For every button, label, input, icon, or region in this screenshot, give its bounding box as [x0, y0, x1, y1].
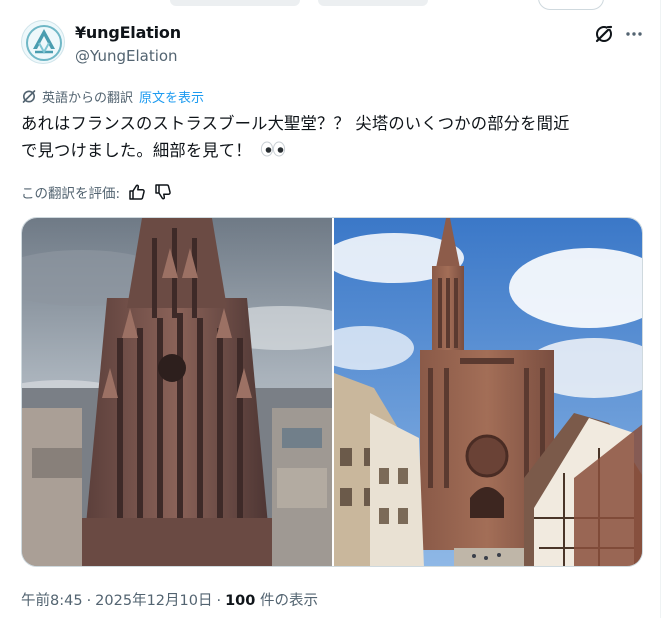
media-grid	[21, 217, 643, 567]
rate-translation-label: この翻訳を評価:	[21, 186, 121, 202]
tweet-time[interactable]: 午前8:45	[21, 593, 83, 609]
cathedral-facade-street-photo[interactable]	[334, 218, 642, 566]
spire-closeup-image	[22, 218, 332, 566]
top-fade	[318, 0, 428, 6]
yungelation-logo-icon	[26, 25, 62, 61]
tweet-meta: 午前8:45 · 2025年12月10日 · 100 件の表示	[21, 589, 318, 610]
tweet-text-line-content: で見つけました。細部を見て！	[21, 141, 252, 160]
more-icon[interactable]	[624, 24, 644, 44]
translation-notice: 英語からの翻訳 原文を表示	[21, 87, 204, 106]
cathedral-spire-closeup-photo[interactable]	[22, 218, 332, 566]
separator: ·	[86, 593, 92, 609]
separator: ·	[216, 593, 222, 609]
thumbs-down-button[interactable]	[154, 183, 172, 201]
eyes-emoji-icon	[260, 141, 285, 157]
views-count: 100	[225, 593, 256, 609]
show-original-link[interactable]: 原文を表示	[139, 87, 204, 106]
thumbs-up-button[interactable]	[128, 183, 146, 201]
thumbs-up-icon	[129, 184, 145, 200]
author-display-name[interactable]: ¥ungElation	[75, 23, 181, 42]
top-fade	[170, 0, 300, 6]
author-handle[interactable]: @YungElation	[75, 47, 178, 65]
views-label: 件の表示	[259, 593, 318, 609]
tweet-text-line: あれはフランスのストラスブール大聖堂？？ 尖塔のいくつかの部分を間近	[21, 114, 570, 133]
avatar[interactable]	[21, 20, 65, 64]
tweet-date[interactable]: 2025年12月10日	[95, 593, 212, 609]
rate-translation: この翻訳を評価:	[21, 182, 172, 202]
column-border	[660, 0, 661, 618]
thumbs-down-icon	[155, 184, 171, 200]
facade-street-image	[334, 218, 642, 566]
grok-icon[interactable]	[594, 24, 614, 44]
tweet-text: あれはフランスのストラスブール大聖堂？？ 尖塔のいくつかの部分を間近 で見つけま…	[21, 110, 649, 164]
translation-label: 英語からの翻訳	[42, 90, 134, 106]
tweet-text-line: で見つけました。細部を見て！	[21, 137, 649, 164]
translate-icon	[22, 90, 36, 103]
follow-button-partial[interactable]	[538, 0, 604, 10]
